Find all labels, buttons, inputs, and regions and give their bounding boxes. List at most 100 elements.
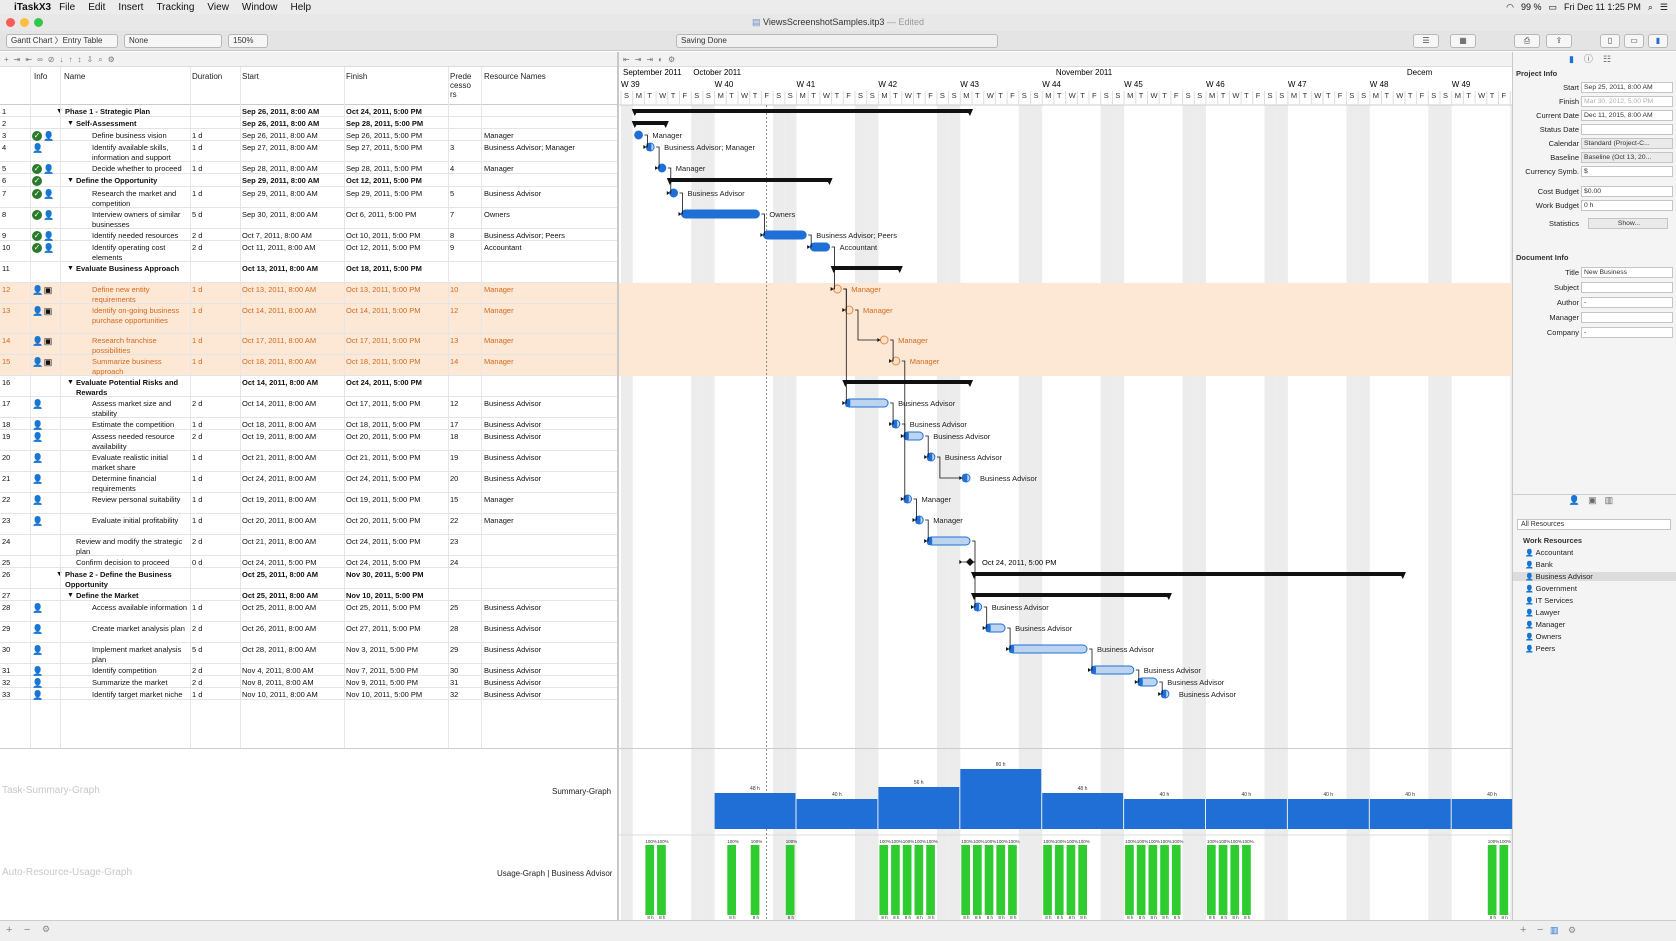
document-field-value[interactable]: New Business xyxy=(1581,267,1673,278)
baseline-icon[interactable]: ◐ xyxy=(658,55,668,64)
resource-list-item[interactable]: 👤 Business Advisor xyxy=(1513,572,1676,581)
table-row[interactable]: ▼ 6 Define the Opportunity Sep 29, 2011, 8:… xyxy=(0,174,618,187)
resource-list-item[interactable]: 👤 Manager xyxy=(1525,620,1565,629)
table-row[interactable]: 17 Assess market size and stability 2 d Oct… xyxy=(0,397,618,418)
table-row[interactable]: 28 Access available information 1 d Oct 25,… xyxy=(0,601,618,622)
document-field-value[interactable]: - xyxy=(1581,327,1673,338)
table-row[interactable]: 24 Review and modify the strategic plan 2 … xyxy=(0,535,618,556)
table-row[interactable]: 30 Implement market analysis plan 5 d Oct 2… xyxy=(0,643,618,664)
resource-list-item[interactable]: 👤 Owners xyxy=(1525,632,1562,641)
gantt-chart[interactable]: September 2011 October 2011 November 2011 D… xyxy=(619,67,1512,748)
table-row[interactable]: 20 Evaluate realistic initial market shar… xyxy=(0,451,618,472)
unlink-icon[interactable]: ⊘ xyxy=(48,55,60,64)
project-field-value[interactable]: Show... xyxy=(1588,218,1668,229)
resource-filter-select[interactable]: All Resources xyxy=(1517,519,1671,530)
disclosure-triangle-icon[interactable]: ▼ xyxy=(67,264,74,274)
disclosure-triangle-icon[interactable]: ▼ xyxy=(67,378,74,388)
project-field-value[interactable]: Standard (Project-C... xyxy=(1581,138,1673,149)
col-duration[interactable]: Duration xyxy=(192,72,222,81)
table-row[interactable]: 18 Estimate the competition 1 d Oct 18, 201… xyxy=(0,418,618,430)
table-row[interactable]: 13 Identify on-going business purchase op… xyxy=(0,304,618,334)
info-tab-icon[interactable]: ⓘ xyxy=(1584,54,1603,64)
format-tab-icon[interactable]: ☷ xyxy=(1603,54,1621,64)
document-field-value[interactable] xyxy=(1581,282,1673,293)
table-row[interactable]: 21 Determine financial requirements 1 d Oct… xyxy=(0,472,618,493)
remove-resource-icon[interactable]: − xyxy=(1537,924,1543,936)
outline-view-icon[interactable]: ☰ xyxy=(1413,34,1439,48)
table-row[interactable]: 19 Assess needed resource availability 2 d… xyxy=(0,430,618,451)
project-field-value[interactable]: 0 h xyxy=(1581,200,1673,211)
project-field-value[interactable]: $0.00 xyxy=(1581,186,1673,197)
menu-edit[interactable]: Edit xyxy=(88,2,105,13)
disclosure-triangle-icon[interactable]: ▼ xyxy=(67,119,74,129)
resource-list-item[interactable]: 👤 Accountant xyxy=(1525,548,1573,557)
remove-row-icon[interactable]: − xyxy=(24,924,30,936)
scroll-to-end-icon[interactable]: ⇥ xyxy=(646,55,658,64)
resource-list-item[interactable]: 👤 Lawyer xyxy=(1525,608,1560,617)
table-row[interactable]: ▼ 11 Evaluate Business Approach Oct 13, 201… xyxy=(0,262,618,283)
indent-icon[interactable]: ⇥ xyxy=(14,55,26,64)
export-icon[interactable]: ⇩ xyxy=(86,55,98,64)
app-menu[interactable]: iTaskX3 xyxy=(14,2,51,13)
add-task-icon[interactable]: + xyxy=(4,55,14,64)
outdent-icon[interactable]: ⇤ xyxy=(25,55,37,64)
disclosure-triangle-icon[interactable]: ▼ xyxy=(67,591,74,601)
battery-level[interactable]: 99 % xyxy=(1521,2,1542,12)
table-row[interactable]: 3 Define business vision 1 d Sep 26, 2011, … xyxy=(0,129,618,141)
document-field-value[interactable]: - xyxy=(1581,297,1673,308)
menu-tracking[interactable]: Tracking xyxy=(156,2,194,13)
table-row[interactable]: 15 Summarize business approach 1 d Oct 18, … xyxy=(0,355,618,376)
resource-list-item[interactable]: 👤 Government xyxy=(1525,584,1577,593)
right-pane-toggle-icon[interactable]: ▮ xyxy=(1648,34,1668,48)
table-row[interactable]: ▼26Phase 2 - Define the Business Opportu… xyxy=(0,568,618,589)
clock[interactable]: Fri Dec 11 1:25 PM xyxy=(1564,2,1641,12)
table-row[interactable]: 7 Research the market and competition 1 d S… xyxy=(0,187,618,208)
col-predecessors[interactable]: Prede cesso rs xyxy=(450,72,471,99)
view-selector[interactable]: Gantt Chart 〉Entry Table xyxy=(6,34,118,48)
project-field-value[interactable] xyxy=(1581,124,1673,135)
project-field-value[interactable]: $ xyxy=(1581,166,1673,177)
search-icon[interactable]: ⌕ xyxy=(98,55,107,64)
col-finish[interactable]: Finish xyxy=(346,72,367,81)
col-name[interactable]: Name xyxy=(64,72,85,81)
settings-icon[interactable]: ⚙ xyxy=(108,55,120,64)
link-icon[interactable]: ∞ xyxy=(37,55,48,64)
work-resources-title[interactable]: Work Resources xyxy=(1523,536,1582,545)
add-row-icon[interactable]: + xyxy=(6,924,12,936)
resource-list-item[interactable]: 👤 IT Services xyxy=(1525,596,1573,605)
col-info[interactable]: Info xyxy=(34,72,47,81)
document-tab-icon[interactable]: ▮ xyxy=(1569,54,1584,64)
filter-select[interactable]: None xyxy=(124,34,222,48)
gantt-settings-icon[interactable]: ⚙ xyxy=(668,55,680,64)
table-row[interactable]: 25 Confirm decision to proceed 0 d Oct 24, … xyxy=(0,556,618,568)
table-row[interactable]: 32 Summarize the market 2 d Nov 8, 2011, 8:… xyxy=(0,676,618,688)
menu-window[interactable]: Window xyxy=(242,2,278,13)
options-icon[interactable]: ⚙ xyxy=(42,924,50,935)
disclosure-triangle-icon[interactable]: ▼ xyxy=(67,176,74,186)
project-field-value[interactable]: Dec 11, 2015, 8:00 AM xyxy=(1581,110,1673,121)
table-row[interactable]: ▼1Phase 1 - Strategic PlanSep 26, 2011, … xyxy=(0,105,618,117)
spotlight-icon[interactable]: ⌕ xyxy=(1648,2,1653,13)
table-row[interactable]: ▼ 16 Evaluate Potential Risks and Rewards O… xyxy=(0,376,618,397)
project-field-value[interactable]: Mar 30, 2012, 5:00 PM xyxy=(1581,96,1673,107)
table-row[interactable]: ▼ 2 Self-Assessment Sep 26, 2011, 8:00 AM Se… xyxy=(0,117,618,129)
left-pane-toggle-icon[interactable]: ▯ xyxy=(1600,34,1620,48)
table-row[interactable]: 12 Define new entity requirements 1 d Oct 1… xyxy=(0,283,618,304)
table-row[interactable]: 23 Evaluate initial profitability 1 d Oct 2… xyxy=(0,514,618,535)
col-start[interactable]: Start xyxy=(242,72,259,81)
zoom-window-button[interactable] xyxy=(34,18,43,27)
menu-insert[interactable]: Insert xyxy=(118,2,143,13)
resource-list-item[interactable]: 👤 Bank xyxy=(1525,560,1553,569)
scroll-to-start-icon[interactable]: ⇤ xyxy=(623,55,635,64)
edited-indicator[interactable]: — Edited xyxy=(887,17,924,27)
table-row[interactable]: 31 Identify competition 2 d Nov 4, 2011, 8:… xyxy=(0,664,618,676)
columns-tab-icon[interactable]: ▥ xyxy=(1605,495,1622,505)
table-row[interactable]: 29 Create market analysis plan 2 d Oct 26, … xyxy=(0,622,618,643)
document-field-value[interactable] xyxy=(1581,312,1673,323)
resource-options-icon[interactable]: ⚙ xyxy=(1568,925,1576,936)
table-row[interactable]: 9 Identify needed resources 2 d Oct 7, 2011… xyxy=(0,229,618,241)
project-field-value[interactable]: Baseline (Oct 13, 20... xyxy=(1581,152,1673,163)
calendar-view-icon[interactable]: ▦ xyxy=(1450,34,1476,48)
scroll-to-task-icon[interactable]: ⇥ xyxy=(635,55,647,64)
table-row[interactable]: 8 Interview owners of similar businesses 5… xyxy=(0,208,618,229)
